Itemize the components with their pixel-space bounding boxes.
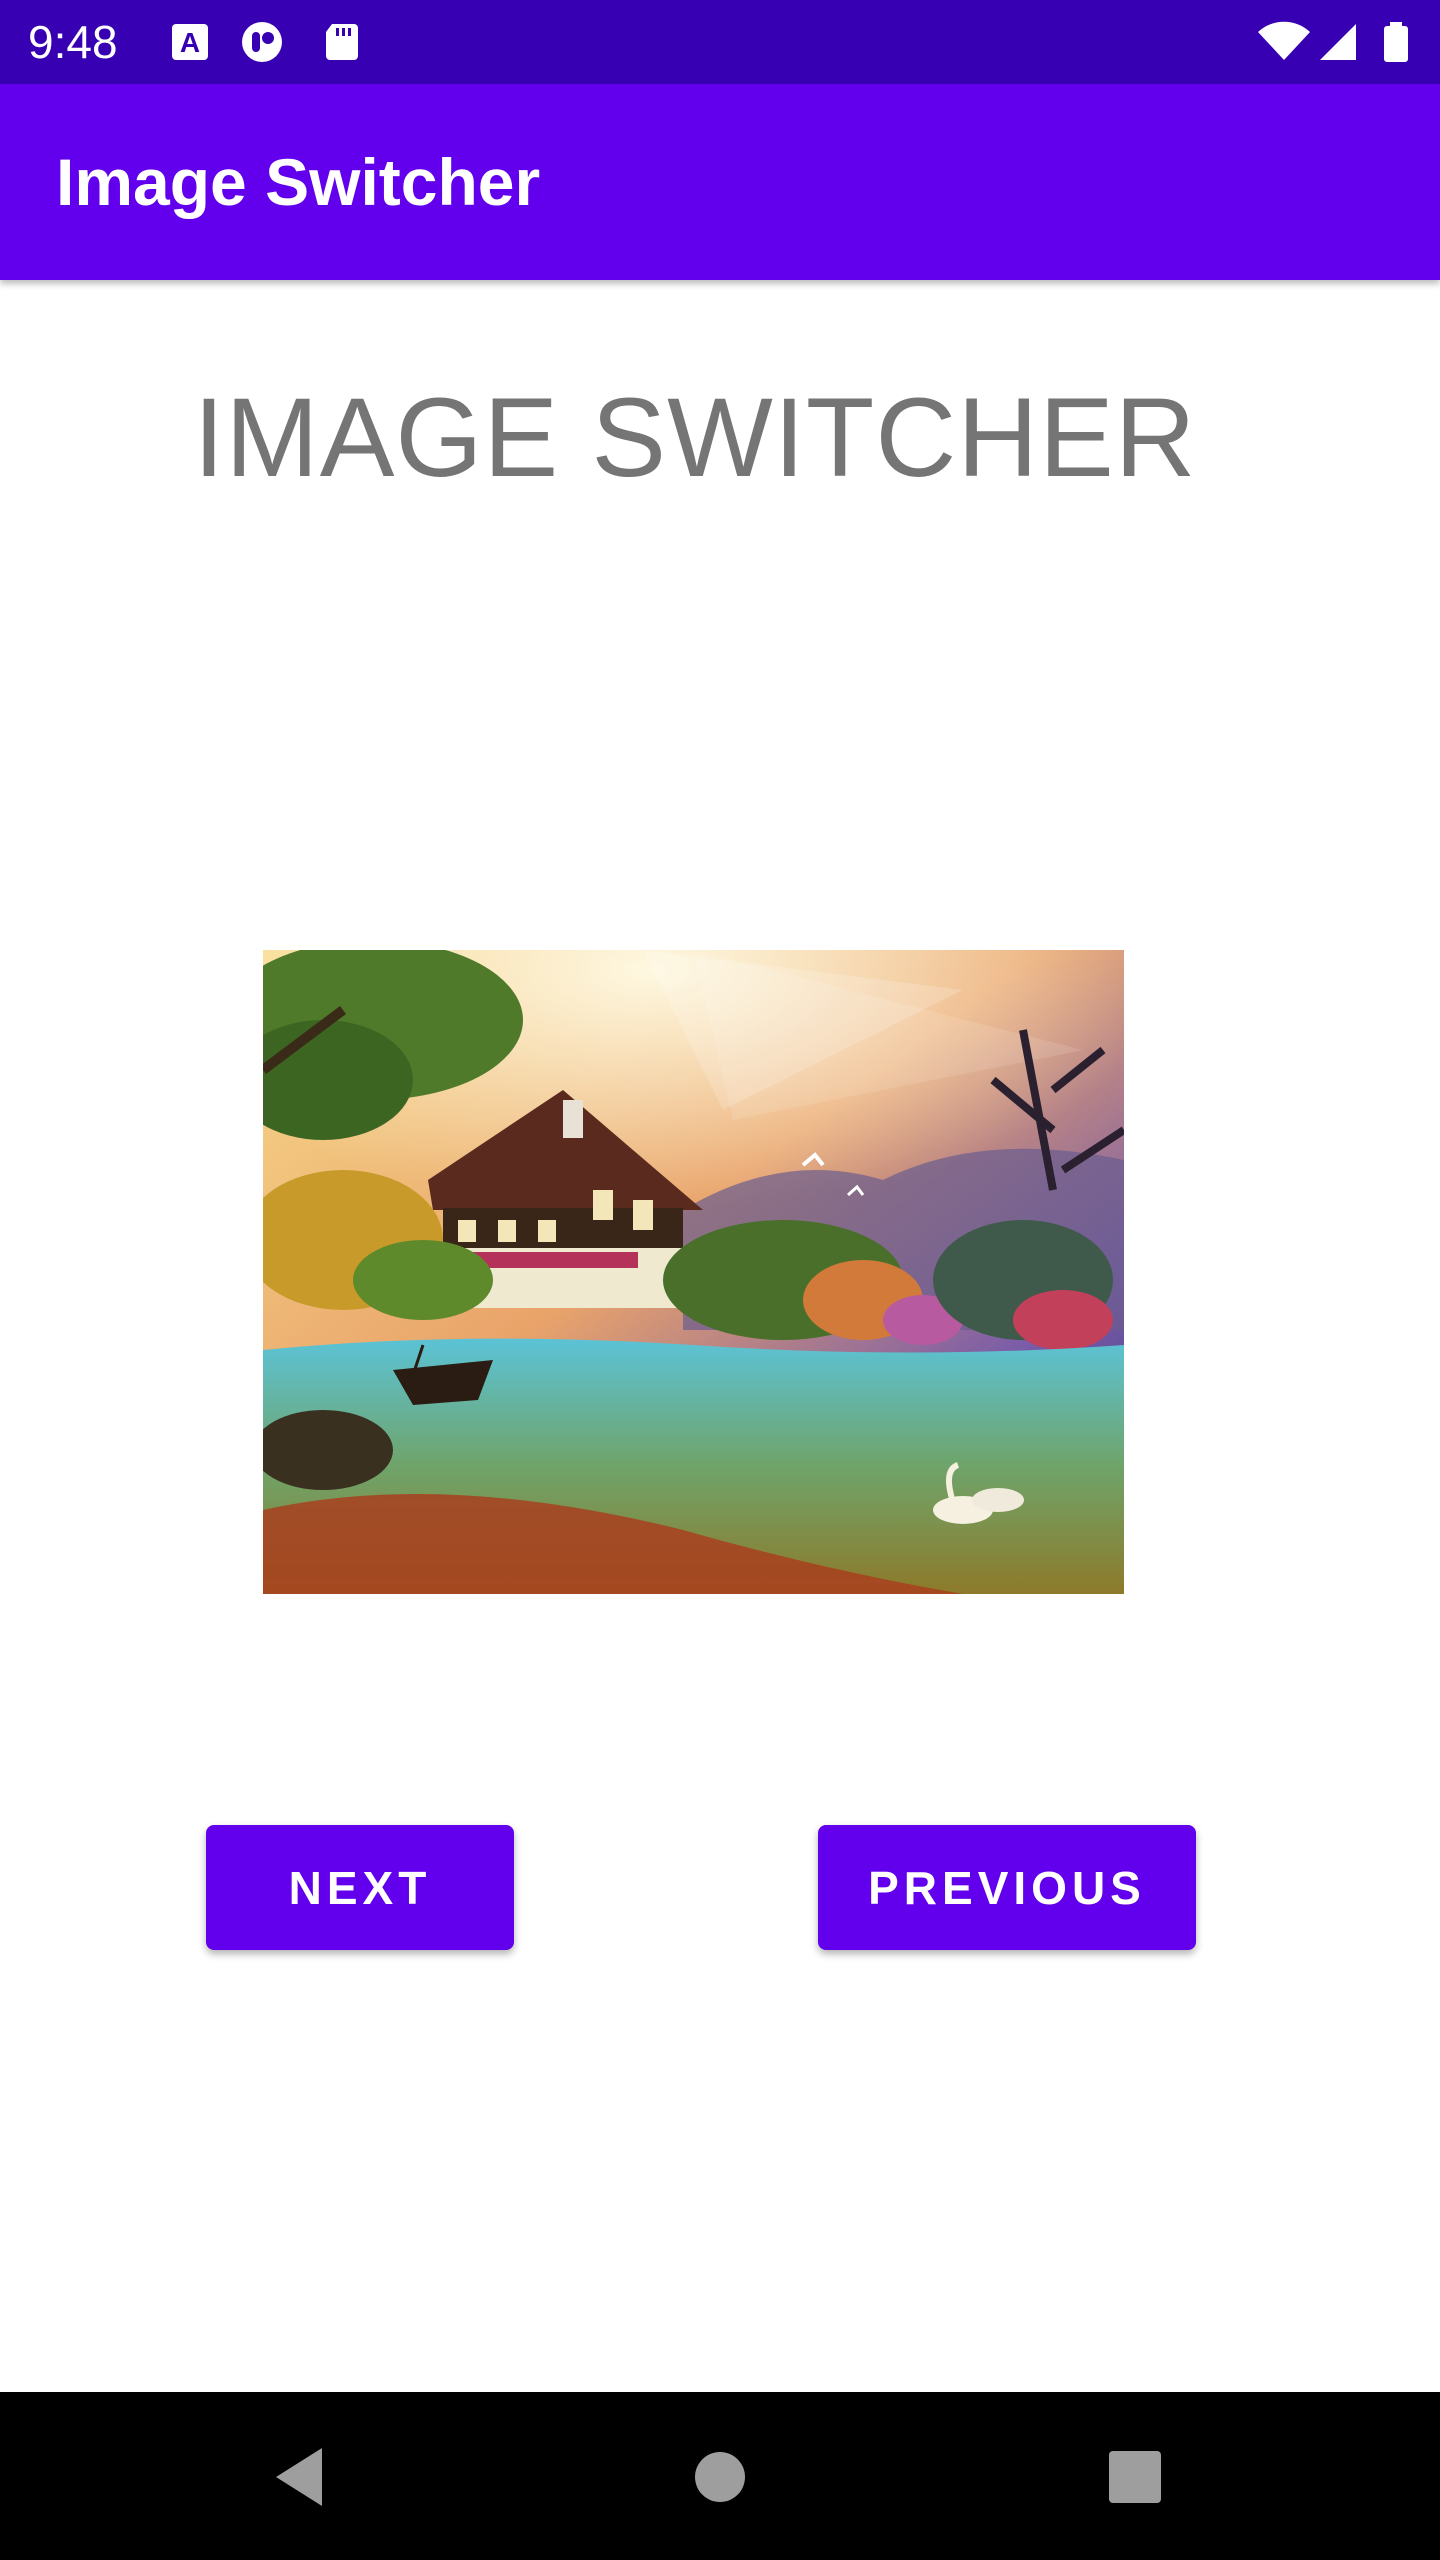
wifi-icon [1258, 21, 1310, 60]
autofill-a-icon: A [172, 24, 208, 60]
app-notification-icon [242, 22, 282, 62]
image-switcher-view[interactable] [263, 950, 1124, 1594]
system-nav-bar [0, 2392, 1440, 2560]
recents-icon[interactable] [1100, 2442, 1170, 2512]
home-icon[interactable] [685, 2442, 755, 2512]
cell-signal-icon [1320, 24, 1356, 60]
landscape-image [263, 950, 1124, 1594]
status-bar: 9:48 A [0, 0, 1440, 84]
app-title: Image Switcher [56, 145, 541, 219]
svg-text:A: A [180, 27, 200, 58]
battery-icon [1384, 22, 1408, 62]
app-bar: Image Switcher [0, 84, 1440, 280]
page-heading: IMAGE SWITCHER [193, 375, 1197, 500]
status-time: 9:48 [28, 16, 118, 68]
previous-button[interactable]: PREVIOUS [818, 1825, 1196, 1950]
next-button[interactable]: NEXT [206, 1825, 514, 1950]
back-icon[interactable] [266, 2442, 336, 2512]
sd-card-icon [326, 24, 358, 60]
